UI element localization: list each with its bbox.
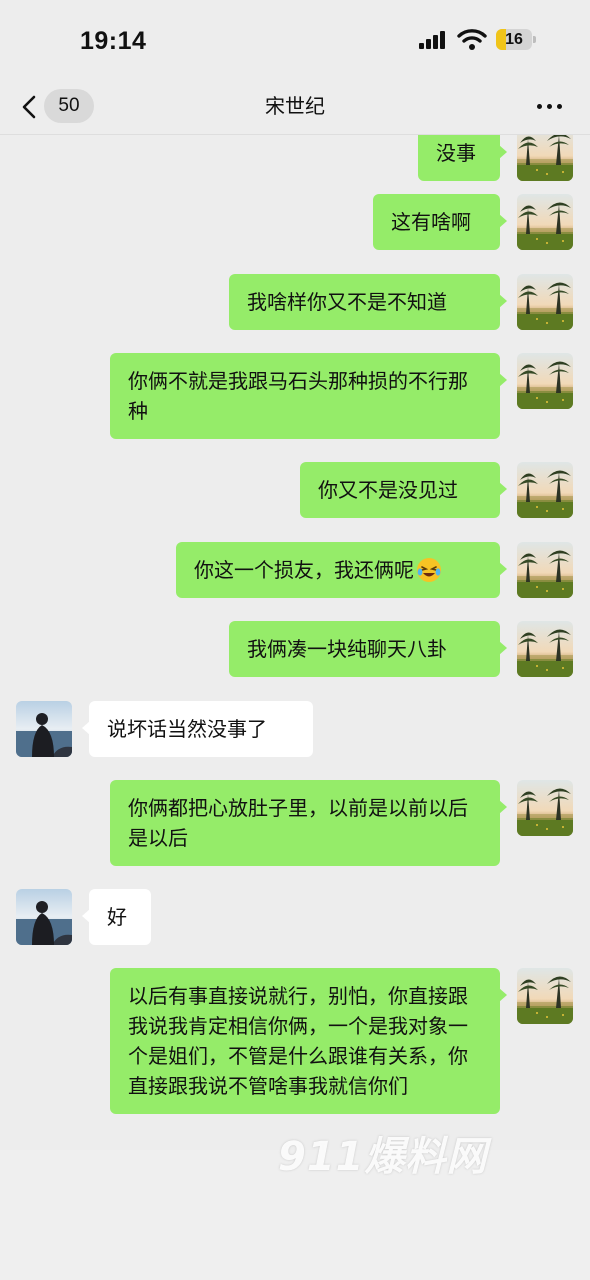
received-message-bubble[interactable]: 说坏话当然没事了 xyxy=(82,701,313,757)
sent-message-bubble[interactable]: 你又不是没见过 xyxy=(300,462,507,518)
cellular-signal-icon xyxy=(419,31,449,49)
watermark-logo: 911爆料网 xyxy=(278,1134,488,1180)
sent-message-bubble[interactable]: 你俩不就是我跟马石头那种损的不行那种 xyxy=(110,353,507,439)
unread-count-badge: 50 xyxy=(44,89,94,123)
sent-message-bubble[interactable]: 我俩凑一块纯聊天八卦 xyxy=(229,621,507,677)
sent-message-bubble[interactable]: 我啥样你又不是不知道 xyxy=(229,274,507,330)
chevron-left-icon xyxy=(22,95,36,119)
sent-message-bubble[interactable]: 以后有事直接说就行，别怕，你直接跟我说我肯定相信你俩，一个是我对象一个是姐们，不… xyxy=(110,968,507,1114)
chat-header: 50 宋世纪 xyxy=(0,78,590,135)
status-time: 19:14 xyxy=(80,27,147,55)
chat-title: 宋世纪 xyxy=(265,94,325,118)
contact-avatar[interactable] xyxy=(16,889,72,945)
self-avatar[interactable] xyxy=(517,542,573,598)
ellipsis-icon xyxy=(537,104,542,109)
sent-message-bubble[interactable]: 这有啥啊 xyxy=(373,194,507,250)
self-avatar[interactable] xyxy=(517,621,573,677)
received-message-bubble[interactable]: 好 xyxy=(82,889,151,945)
laughing-crying-emoji-icon xyxy=(417,558,441,582)
self-avatar[interactable] xyxy=(517,353,573,409)
sent-message-bubble[interactable]: 没事 xyxy=(418,135,507,181)
sent-message-bubble[interactable]: 你这一个损友，我还俩呢 xyxy=(176,542,507,598)
contact-avatar[interactable] xyxy=(16,701,72,757)
self-avatar[interactable] xyxy=(517,135,573,181)
battery-level: 16 xyxy=(505,31,523,48)
self-avatar[interactable] xyxy=(517,780,573,836)
self-avatar[interactable] xyxy=(517,194,573,250)
back-button[interactable]: 50 xyxy=(14,86,94,126)
self-avatar[interactable] xyxy=(517,274,573,330)
self-avatar[interactable] xyxy=(517,462,573,518)
more-options-button[interactable] xyxy=(528,92,572,120)
wifi-icon xyxy=(457,27,487,51)
message-text: 你这一个损友，我还俩呢 xyxy=(194,558,414,582)
status-bar: 19:14 16 xyxy=(0,0,590,78)
sent-message-bubble[interactable]: 你俩都把心放肚子里，以前是以前以后是以后 xyxy=(110,780,507,866)
message-list[interactable]: 没事 这有啥啊 我啥样你又不是不知道 你俩不就是我跟马石头那种损的不行那种 你又… xyxy=(0,135,590,1280)
self-avatar[interactable] xyxy=(517,968,573,1024)
battery-icon: 16 xyxy=(496,29,536,50)
